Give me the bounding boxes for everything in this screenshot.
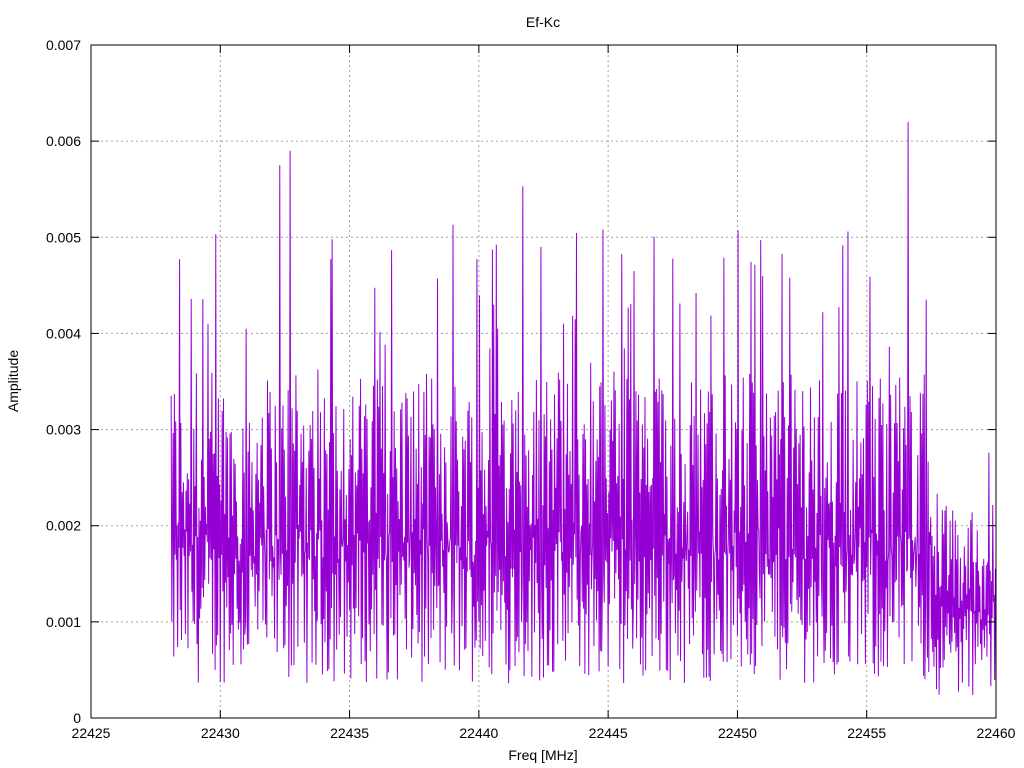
y-tick-label: 0.002 [46, 518, 81, 534]
chart-title: Ef-Kc [526, 14, 560, 30]
x-tick-label: 22425 [72, 725, 111, 741]
x-tick-label: 22460 [977, 725, 1016, 741]
x-tick-label: 22440 [459, 725, 498, 741]
y-tick-label: 0.005 [46, 229, 81, 245]
x-tick-labels: 22425 22430 22435 22440 22445 22450 22455 22460 [72, 725, 1016, 741]
y-tick-label: 0.003 [46, 422, 81, 438]
x-tick-label: 22435 [330, 725, 369, 741]
y-tick-labels: 0 0.001 0.002 0.003 0.004 0.005 0.006 0.007 [46, 37, 81, 726]
x-tick-label: 22450 [718, 725, 757, 741]
x-tick-label: 22430 [201, 725, 240, 741]
chart: Ef-Kc 22425 22430 22435 22440 22445 22450 2245… [5, 14, 1016, 763]
y-tick-label: 0 [73, 710, 81, 726]
series-amplitude [170, 121, 997, 695]
y-tick-label: 0.004 [46, 325, 81, 341]
y-tick-label: 0.001 [46, 614, 81, 630]
x-tick-label: 22455 [847, 725, 886, 741]
y-tick-label: 0.006 [46, 133, 81, 149]
series-line [170, 121, 997, 695]
x-tick-label: 22445 [589, 725, 628, 741]
y-axis-label: Amplitude [5, 350, 21, 412]
y-tick-label: 0.007 [46, 37, 81, 53]
x-axis-label: Freq [MHz] [508, 747, 577, 763]
